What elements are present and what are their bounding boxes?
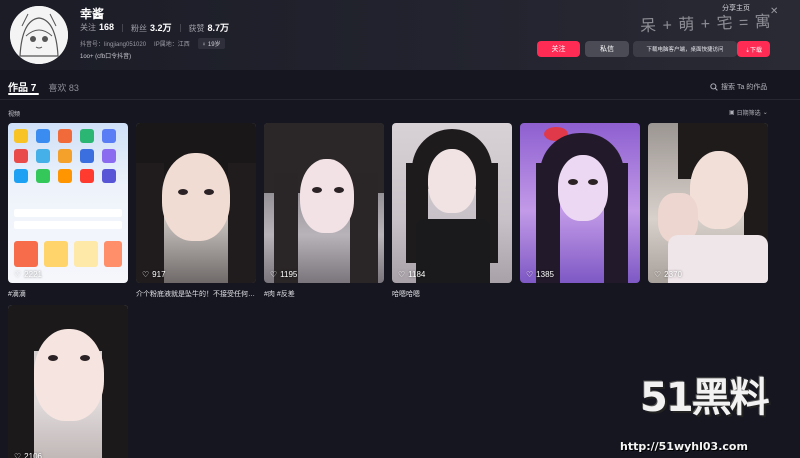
heart-icon: ♡: [526, 270, 534, 279]
message-button[interactable]: 私信: [585, 41, 629, 57]
banner-decoration-text: 呆 + 萌 + 宅 = 寓: [639, 13, 773, 36]
thumbnail-face: [300, 159, 354, 233]
close-icon[interactable]: ✕: [770, 6, 778, 17]
heart-icon: ♡: [142, 270, 150, 279]
video-card[interactable]: ♡ 1184 哈嗯哈嗯: [392, 123, 512, 299]
ip-location: IP属地：江西: [154, 42, 190, 48]
share-home-button[interactable]: 分享主页: [722, 3, 750, 13]
like-count: ♡ 2370: [654, 270, 682, 279]
thumbnail-face: [690, 151, 748, 229]
thumbnail-app-grid: [14, 129, 120, 183]
watermark-logo: 51黑料: [640, 375, 770, 421]
heart-icon: ♡: [270, 270, 278, 279]
heart-icon: ♡: [14, 270, 22, 279]
like-count: ♡ 1195: [270, 270, 298, 279]
heart-icon: ♡: [14, 452, 22, 458]
download-button[interactable]: ⇣下载: [737, 41, 770, 57]
thumbnail-promo: [74, 241, 98, 267]
watermark-url: http://51wyhl03.com: [620, 440, 748, 453]
like-count: ♡ 2106: [14, 452, 42, 458]
heart-icon: ♡: [654, 270, 662, 279]
avatar[interactable]: [10, 6, 68, 64]
video-thumbnail[interactable]: ♡ 2370: [648, 123, 768, 283]
fans-stat[interactable]: 粉丝 3.2万: [131, 21, 172, 34]
thumbnail-face: [428, 149, 476, 213]
video-thumbnail[interactable]: ♡ 2106: [8, 305, 128, 458]
active-tab-indicator: [8, 93, 39, 95]
thumbnail-row: [14, 221, 122, 229]
like-count: ♡ 1385: [526, 270, 554, 279]
search-works-button[interactable]: 搜索 Ta 的作品: [710, 82, 767, 92]
profile-header: 幸酱 关注 168 粉丝 3.2万 获赞 8.7万 抖音号：lingjiang0510…: [0, 0, 800, 70]
stat-divider: [122, 23, 124, 32]
video-caption[interactable]: 哈嗯哈嗯: [392, 289, 512, 299]
following-stat[interactable]: 关注 168: [80, 22, 114, 33]
profile-stats: 关注 168 粉丝 3.2万 获赞 8.7万: [80, 21, 229, 34]
date-filter-dropdown[interactable]: ▣ 日期筛选 ⌄: [729, 108, 768, 117]
heart-icon: ♡: [398, 270, 406, 279]
profile-tabs: 作品 7 喜欢 83: [8, 79, 79, 94]
chevron-down-icon: ⌄: [762, 110, 768, 116]
tabs-divider: [0, 99, 800, 100]
calendar-icon: ▣: [729, 110, 735, 116]
thumbnail-promo: [104, 241, 122, 267]
video-caption[interactable]: 介个粉底液就是坠牛的！不接受任何…: [136, 289, 256, 299]
search-icon: [710, 83, 718, 91]
profile-meta: 抖音号：lingjiang051020 IP属地：江西 ♀ 19岁: [80, 38, 225, 49]
video-caption[interactable]: #肉 #反差: [264, 289, 384, 299]
video-caption[interactable]: #滴滴: [8, 289, 128, 299]
douyin-id: 抖音号：lingjiang051020: [80, 42, 147, 48]
thumbnail-face: [558, 155, 608, 221]
thumbnail-face: [34, 329, 104, 421]
like-count: ♡ 2221: [14, 270, 42, 279]
username: 幸酱: [80, 7, 105, 21]
thumbnail-face: [162, 153, 230, 241]
like-count: ♡ 917: [142, 270, 166, 279]
like-count: ♡ 1184: [398, 270, 426, 279]
download-client-button[interactable]: 下载电脑客户端，桌面快捷访问: [633, 41, 737, 57]
video-card[interactable]: ♡ 2106: [8, 305, 128, 458]
video-card[interactable]: ♡ 1385: [520, 123, 640, 289]
thumbnail-promo: [44, 241, 68, 267]
video-thumbnail[interactable]: ♡ 1195: [264, 123, 384, 283]
tab-likes[interactable]: 喜欢 83: [48, 81, 79, 94]
video-card[interactable]: ♡ 2370: [648, 123, 768, 289]
section-label-videos: 视频: [8, 112, 21, 118]
thumbnail-promo: [14, 241, 38, 267]
video-card[interactable]: ♡ 1195 #肉 #反差: [264, 123, 384, 299]
video-thumbnail[interactable]: ♡ 1385: [520, 123, 640, 283]
profile-bio: 1oo+ (cfb口令抖音): [80, 54, 132, 60]
video-thumbnail[interactable]: ♡ 2221: [8, 123, 128, 283]
follow-button[interactable]: 关注: [537, 41, 580, 57]
video-card[interactable]: ♡ 2221 #滴滴: [8, 123, 128, 299]
gender-icon: ♀: [201, 42, 207, 48]
age-badge: ♀ 19岁: [197, 38, 225, 49]
video-thumbnail[interactable]: ♡ 1184: [392, 123, 512, 283]
likes-stat: 获赞 8.7万: [188, 23, 230, 33]
thumbnail-row: [14, 209, 122, 217]
stat-divider: [179, 23, 181, 32]
tab-works[interactable]: 作品 7: [8, 79, 36, 94]
video-thumbnail[interactable]: ♡ 917: [136, 123, 256, 283]
video-card[interactable]: ♡ 917 介个粉底液就是坠牛的！不接受任何…: [136, 123, 256, 299]
